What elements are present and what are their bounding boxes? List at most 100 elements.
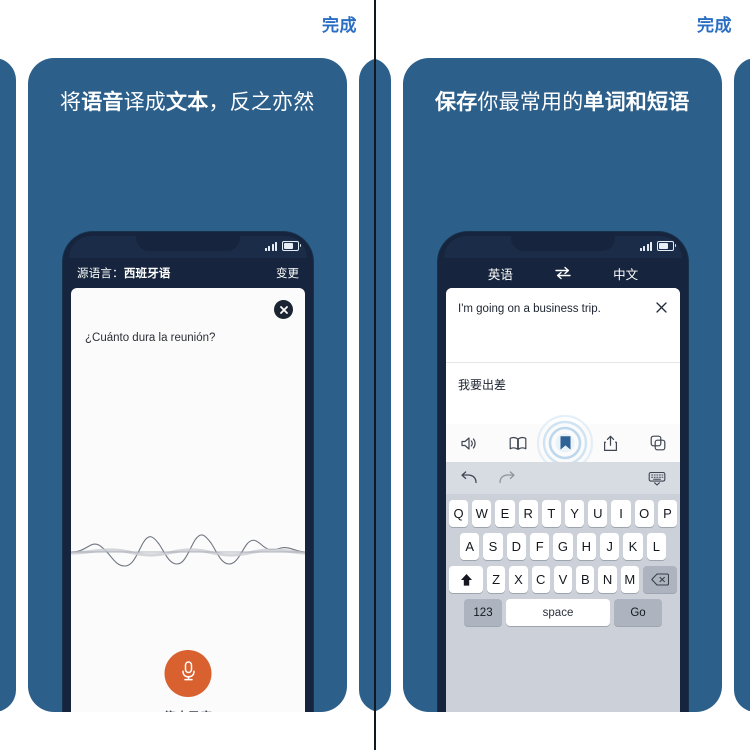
status-bar-icons (639, 241, 676, 251)
key-z[interactable]: Z (487, 566, 506, 593)
carousel-peek-card-previous[interactable] (0, 58, 16, 712)
redo-icon[interactable] (498, 471, 516, 485)
card-heading-2: 保存你最常用的单词和短语 (435, 88, 693, 118)
copy-icon[interactable] (650, 435, 666, 451)
heading-seg: 译成 (123, 91, 167, 114)
change-language-button[interactable]: 变更 (276, 265, 299, 281)
phone-header-1: 源语言：西班牙语 变更 (63, 258, 313, 288)
key-f[interactable]: F (530, 533, 550, 560)
screenshot-root: 完成 将语音译成文本，反之亦然 源语言：西班牙语 变更 ¿Cuánto dura… (0, 0, 750, 750)
carousel-peek-card-previous[interactable] (375, 58, 391, 712)
key-w[interactable]: W (472, 500, 492, 527)
undo-icon[interactable] (460, 471, 478, 485)
key-k[interactable]: K (623, 533, 643, 560)
language-selector-bar: 英语 中文 (438, 258, 688, 288)
phone-screen-1: ¿Cuánto dura la reunión? (71, 288, 305, 712)
key-p[interactable]: P (657, 500, 678, 527)
numbers-key[interactable]: 123 (464, 599, 502, 626)
key-o[interactable]: O (634, 500, 654, 527)
source-language-value: 西班牙语 (123, 268, 171, 280)
carousel-peek-card-next[interactable] (359, 58, 375, 712)
key-n[interactable]: N (598, 566, 617, 593)
source-text-field[interactable]: I'm going on a business trip. (446, 288, 680, 362)
source-language-button[interactable]: 英语 (477, 264, 523, 283)
audio-waveform-icon (71, 524, 305, 580)
swap-arrows-icon[interactable] (554, 266, 572, 280)
translated-text-value: 我要出差 (458, 378, 507, 392)
phone-mockup-2: 英语 中文 I'm going on a business trip. 我要出差… (438, 232, 688, 712)
key-r[interactable]: R (518, 500, 538, 527)
heading-seg-bold: 保存 (435, 91, 478, 114)
source-text-value: I'm going on a business trip. (458, 303, 601, 315)
phone-notch (136, 232, 240, 251)
signal-bars-icon (639, 242, 652, 251)
card-heading-1: 将语音译成文本，反之亦然 (60, 88, 318, 118)
keyboard-row-1: Q W E R T Y U I O P (448, 500, 678, 527)
key-g[interactable]: G (553, 533, 573, 560)
dictionary-icon[interactable] (509, 436, 527, 451)
target-language-button[interactable]: 中文 (603, 264, 649, 283)
stop-recording-label: 停止录音 (71, 708, 305, 712)
carousel-peek-card-next[interactable] (734, 58, 750, 712)
keyboard-row-4: 123 space Go (449, 599, 677, 626)
onscreen-keyboard: Q W E R T Y U I O P A S D F G H J K L Z … (446, 494, 680, 712)
key-d[interactable]: D (506, 533, 526, 560)
return-key[interactable]: Go (614, 599, 662, 626)
heading-seg-bold: 语音 (81, 91, 124, 114)
key-h[interactable]: H (576, 533, 596, 560)
bookmark-icon[interactable] (536, 414, 594, 472)
key-l[interactable]: L (646, 533, 666, 560)
heading-seg: 将 (60, 91, 82, 114)
battery-icon (282, 241, 301, 251)
phone-mockup-1: 源语言：西班牙语 变更 ¿Cuánto dura la reunión? (63, 232, 313, 712)
key-e[interactable]: E (495, 500, 515, 527)
source-language-prefix: 源语言： (77, 268, 124, 280)
onboarding-card-2: 保存你最常用的单词和短语 英语 中文 I'm going on a busine… (403, 58, 722, 712)
heading-seg: 你最常用的 (477, 91, 584, 114)
space-key[interactable]: space (506, 599, 610, 626)
heading-seg-bold: 文本 (166, 91, 209, 114)
keyboard-bottom-strip (446, 704, 680, 712)
source-language-label: 源语言：西班牙语 (77, 265, 171, 281)
keyboard-row-2: A S D F G H J K L (449, 533, 677, 560)
done-button[interactable]: 完成 (322, 17, 357, 34)
close-icon[interactable] (274, 300, 293, 319)
phone-screen-2: I'm going on a business trip. 我要出差 Q W E… (446, 288, 680, 712)
hide-keyboard-icon[interactable] (648, 471, 666, 486)
keyboard-row-3: Z X C V B N M (449, 566, 677, 593)
heading-seg-bold: 单词和短语 (583, 91, 690, 114)
key-m[interactable]: M (620, 566, 639, 593)
backspace-icon[interactable] (642, 566, 677, 593)
phone-notch (511, 232, 615, 251)
translation-toolbar (446, 414, 680, 472)
key-j[interactable]: J (599, 533, 620, 560)
signal-bars-icon (264, 242, 277, 251)
microphone-icon (178, 659, 198, 688)
key-c[interactable]: C (531, 566, 550, 593)
key-b[interactable]: B (576, 566, 595, 593)
key-y[interactable]: Y (565, 500, 585, 527)
status-bar-icons (264, 241, 301, 251)
panel-divider (374, 0, 376, 750)
stop-recording-button[interactable] (164, 650, 212, 697)
key-s[interactable]: S (483, 533, 503, 560)
onboarding-panel-2: 完成 保存你最常用的单词和短语 英语 中文 I'm going on a bus… (375, 0, 750, 750)
battery-icon (657, 241, 676, 251)
share-icon[interactable] (603, 435, 618, 452)
clear-text-icon[interactable] (655, 301, 668, 319)
speaker-icon[interactable] (460, 436, 477, 451)
done-button[interactable]: 完成 (697, 17, 732, 34)
key-i[interactable]: I (611, 500, 631, 527)
key-v[interactable]: V (553, 566, 573, 593)
heading-seg: ，反之亦然 (208, 91, 315, 114)
key-t[interactable]: T (541, 500, 561, 527)
onboarding-panel-1: 完成 将语音译成文本，反之亦然 源语言：西班牙语 变更 ¿Cuánto dura… (0, 0, 375, 750)
key-x[interactable]: X (509, 566, 528, 593)
onboarding-card-1: 将语音译成文本，反之亦然 源语言：西班牙语 变更 ¿Cuánto dura la… (28, 58, 347, 712)
transcribed-text: ¿Cuánto dura la reunión? (85, 332, 216, 344)
edit-toolbar (446, 462, 680, 494)
key-q[interactable]: Q (448, 500, 469, 527)
key-u[interactable]: U (588, 500, 608, 527)
shift-icon[interactable] (449, 566, 484, 593)
key-a[interactable]: A (460, 533, 480, 560)
